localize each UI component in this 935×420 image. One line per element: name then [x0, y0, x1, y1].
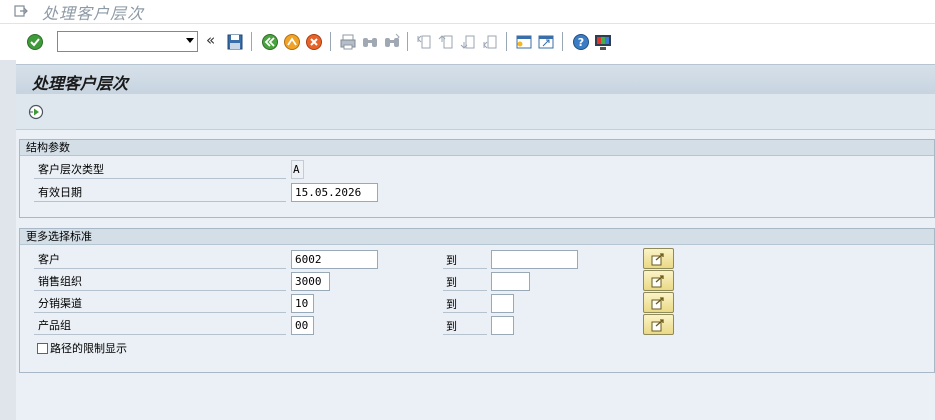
chevron-down-icon[interactable] — [186, 38, 194, 43]
exit-icon[interactable] — [283, 33, 301, 51]
back-icon[interactable] — [261, 33, 279, 51]
toolbar-separator — [506, 32, 507, 51]
label-underline — [443, 290, 487, 291]
multiple-selection-icon — [651, 297, 664, 310]
to-label: 到 — [446, 276, 457, 289]
division-from-field[interactable]: 00 — [291, 316, 314, 335]
help-icon[interactable]: ? — [572, 33, 590, 51]
enter-icon[interactable] — [26, 33, 44, 51]
label-underline — [34, 178, 286, 179]
find-icon[interactable] — [361, 33, 379, 51]
next-page-icon[interactable] — [460, 33, 478, 51]
distribution-channel-from-field[interactable]: 10 — [291, 294, 314, 313]
collapse-command-icon[interactable]: « — [206, 31, 215, 49]
distribution-channel-to-field[interactable] — [491, 294, 514, 313]
application-toolbar — [16, 94, 935, 130]
label-underline — [34, 201, 286, 202]
label-underline — [443, 312, 487, 313]
sales-org-label: 销售组织 — [38, 275, 82, 288]
multiple-selection-icon — [651, 253, 664, 266]
to-label: 到 — [446, 320, 457, 333]
sales-org-to-field[interactable] — [491, 272, 530, 291]
label-underline — [34, 312, 286, 313]
last-page-icon[interactable] — [482, 33, 500, 51]
path-limit-checkbox[interactable] — [37, 343, 48, 354]
customer-multiple-selection-button[interactable] — [643, 248, 674, 269]
layout-icon[interactable] — [594, 33, 612, 51]
customer-label: 客户 — [38, 253, 60, 266]
label-underline — [34, 334, 286, 335]
first-page-icon[interactable] — [416, 33, 434, 51]
toolbar-separator — [407, 32, 408, 51]
customer-to-field[interactable] — [491, 250, 578, 269]
division-to-field[interactable] — [491, 316, 514, 335]
command-field[interactable] — [57, 31, 198, 52]
find-next-icon[interactable] — [383, 33, 401, 51]
prev-page-icon[interactable] — [438, 33, 456, 51]
path-limit-label: 路径的限制显示 — [50, 342, 127, 355]
to-label: 到 — [446, 298, 457, 311]
save-icon[interactable] — [226, 33, 244, 51]
label-underline — [34, 290, 286, 291]
multiple-selection-icon — [651, 319, 664, 332]
new-session-icon[interactable] — [515, 33, 533, 51]
sales-org-from-field[interactable]: 3000 — [291, 272, 330, 291]
execute-icon[interactable] — [28, 104, 44, 120]
toolbar-separator — [251, 32, 252, 51]
menu-exit-icon[interactable] — [13, 3, 29, 19]
label-underline — [443, 334, 487, 335]
more-criteria-group: 更多选择标准 — [19, 228, 935, 373]
group-title: 更多选择标准 — [20, 229, 934, 245]
left-frame — [0, 60, 16, 420]
to-label: 到 — [446, 254, 457, 267]
command-input[interactable] — [58, 32, 178, 51]
shortcut-icon[interactable] — [537, 33, 555, 51]
label-underline — [34, 268, 286, 269]
print-icon[interactable] — [339, 33, 357, 51]
svg-text:?: ? — [578, 36, 584, 49]
hierarchy-type-label: 客户层次类型 — [38, 163, 104, 176]
title-bar: 处理客户层次 — [0, 0, 935, 24]
distribution-channel-multiple-selection-button[interactable] — [643, 292, 674, 313]
valid-date-field[interactable]: 15.05.2026 — [291, 183, 378, 202]
group-title: 结构参数 — [20, 140, 934, 156]
customer-from-field[interactable]: 6002 — [291, 250, 378, 269]
label-underline — [443, 268, 487, 269]
distribution-channel-label: 分销渠道 — [38, 297, 82, 310]
sales-org-multiple-selection-button[interactable] — [643, 270, 674, 291]
valid-date-label: 有效日期 — [38, 186, 82, 199]
multiple-selection-icon — [651, 275, 664, 288]
division-multiple-selection-button[interactable] — [643, 314, 674, 335]
toolbar-separator — [330, 32, 331, 51]
hierarchy-type-field[interactable]: A — [291, 160, 304, 179]
window-title: 处理客户层次 — [42, 4, 145, 23]
toolbar-separator — [562, 32, 563, 51]
screen-title: 处理客户层次 — [32, 74, 129, 93]
division-label: 产品组 — [38, 319, 71, 332]
cancel-icon[interactable] — [305, 33, 323, 51]
screen-header: 处理客户层次 — [16, 64, 935, 94]
